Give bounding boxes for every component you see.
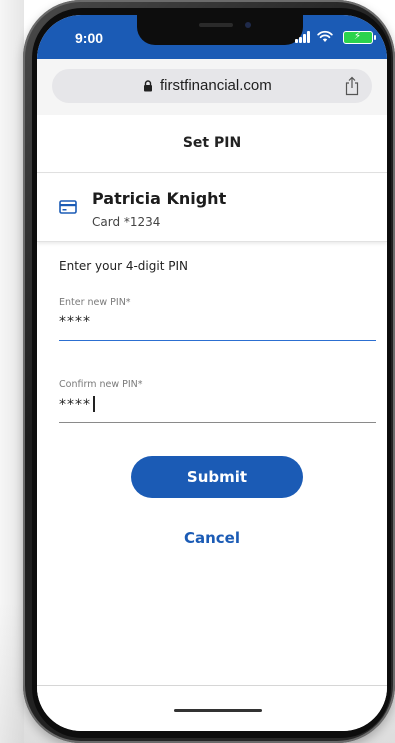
status-bar: 9:00 ⚡ (37, 15, 387, 59)
credit-card-icon (59, 200, 77, 214)
phone-screen: 9:00 ⚡ firstfinancial.com Set PIN Patric… (37, 15, 387, 731)
charging-bolt-icon: ⚡ (354, 31, 362, 42)
text-caret (93, 396, 95, 412)
new-pin-underline (59, 339, 376, 341)
front-camera (245, 22, 251, 28)
new-pin-field[interactable]: Enter new PIN* **** (59, 297, 376, 341)
speaker-grille (199, 23, 233, 27)
new-pin-input[interactable]: **** (59, 314, 91, 330)
card-holder-name: Patricia Knight (92, 189, 227, 208)
page-title: Set PIN (182, 135, 242, 151)
page-header: Set PIN (37, 115, 387, 173)
bottom-toolbar (37, 685, 387, 731)
status-icons: ⚡ (273, 30, 376, 44)
confirm-pin-underline (59, 422, 376, 423)
submit-button[interactable]: Submit (131, 456, 303, 498)
confirm-pin-label: Confirm new PIN* (59, 379, 143, 390)
lock-icon (144, 80, 152, 92)
confirm-pin-field[interactable]: Confirm new PIN* **** (59, 379, 376, 423)
status-time: 9:00 (75, 30, 104, 46)
card-summary: Patricia Knight Card *1234 (37, 174, 387, 242)
new-pin-label: Enter new PIN* (59, 297, 131, 308)
signal-icon (295, 31, 311, 43)
card-number: Card *1234 (92, 215, 161, 229)
address-bar[interactable]: firstfinancial.com (52, 69, 372, 103)
home-indicator[interactable] (174, 709, 262, 712)
wifi-icon (317, 30, 333, 42)
pin-instruction: Enter your 4-digit PIN (59, 259, 188, 273)
cancel-link[interactable]: Cancel (37, 529, 387, 547)
confirm-pin-input[interactable]: **** (59, 396, 95, 413)
confirm-pin-value: **** (59, 397, 91, 413)
battery-icon: ⚡ (343, 31, 376, 44)
share-icon[interactable] (344, 76, 360, 96)
url-text: firstfinancial.com (160, 77, 272, 94)
browser-url-area: firstfinancial.com (37, 59, 387, 115)
